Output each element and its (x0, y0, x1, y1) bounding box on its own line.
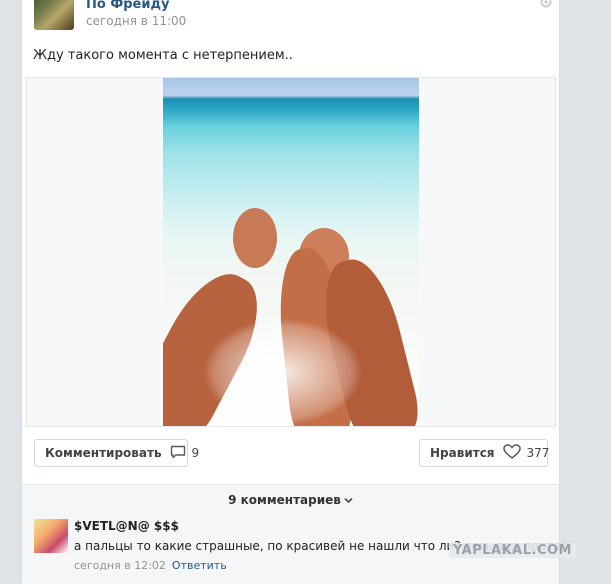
post-photo[interactable] (163, 78, 419, 426)
comments-toggle[interactable]: 9 комментариев (22, 493, 559, 507)
media-frame (26, 77, 556, 427)
comment-author[interactable]: $VETL@N@ $$$ (74, 519, 179, 533)
comment-button-label: Комментировать (45, 446, 162, 460)
water-foam (203, 318, 363, 426)
foot-left (233, 208, 277, 268)
reply-link[interactable]: Ответить (172, 559, 227, 572)
comment-meta: сегодня в 12:02 Ответить (74, 559, 227, 572)
chevron-down-icon (344, 493, 353, 507)
watermark: YAPLAKAL.COM (449, 543, 576, 558)
comment-count: 9 (191, 446, 200, 460)
like-button[interactable]: Нравится 377 (419, 439, 550, 467)
post-header: По Фрейду сегодня в 11:00 (34, 0, 552, 36)
group-name[interactable]: По Фрейду (86, 0, 169, 12)
heart-icon (495, 444, 521, 462)
comment-time[interactable]: сегодня в 12:02 (74, 559, 166, 572)
post-card: По Фрейду сегодня в 11:00 Жду такого мом… (21, 0, 567, 584)
speech-bubble-icon (162, 445, 186, 462)
like-button-label: Нравится (430, 446, 495, 460)
gear-icon[interactable] (539, 0, 553, 8)
post-time[interactable]: сегодня в 11:00 (86, 14, 186, 28)
comments-section: 9 комментариев $VETL@N@ $$$ а пальцы то … (22, 484, 567, 584)
comment-avatar[interactable] (34, 519, 68, 553)
group-avatar[interactable] (34, 0, 74, 30)
comment-button[interactable]: Комментировать 9 (34, 439, 199, 467)
like-count: 377 (526, 446, 550, 460)
post-text: Жду такого момента с нетерпением.. (33, 48, 293, 63)
comments-toggle-label: 9 комментариев (228, 493, 341, 507)
